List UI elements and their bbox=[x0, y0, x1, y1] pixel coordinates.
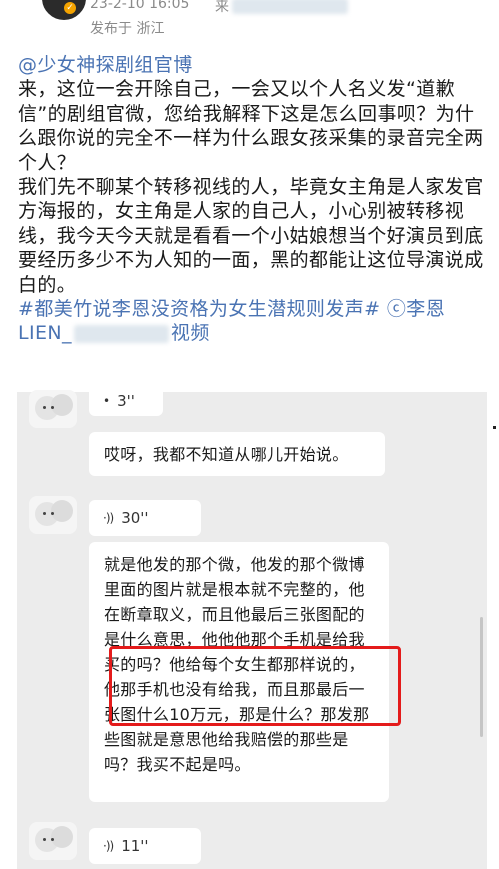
voice-duration: 30'' bbox=[121, 509, 149, 527]
voice-duration: 11'' bbox=[121, 837, 149, 855]
voice-message[interactable]: ·)) 30'' bbox=[89, 500, 201, 536]
message-text: 哎呀，我都不知道从哪儿开始说。 bbox=[104, 445, 349, 464]
post-source: 来 bbox=[215, 0, 229, 15]
chat-avatar bbox=[29, 390, 77, 428]
voice-message[interactable]: • 3'' bbox=[89, 386, 163, 416]
text-message: 哎呀，我都不知道从哪儿开始说。 bbox=[89, 432, 385, 476]
chat-avatar bbox=[29, 822, 77, 860]
video-link-end[interactable]: 视频 bbox=[171, 322, 210, 344]
video-link-prefix[interactable]: ⓒ李恩 bbox=[387, 298, 445, 320]
voice-wave-icon: • bbox=[103, 394, 110, 408]
post-time: 23-2-10 16:05 bbox=[90, 0, 190, 12]
scrollbar[interactable] bbox=[480, 617, 483, 737]
voice-wave-icon: ·)) bbox=[103, 839, 114, 853]
post-paragraph-1: 来，这位一会开除自己，一会又以个人名义发“道歉信”的剧组官微，您给我解释下这是怎… bbox=[18, 78, 484, 174]
hashtag-link[interactable]: #都美竹说李恩没资格为女生潜规则发声# bbox=[18, 298, 380, 320]
voice-wave-icon: ·)) bbox=[103, 511, 114, 525]
chat-avatar bbox=[29, 496, 77, 534]
edge-mark bbox=[493, 426, 496, 429]
hashtag-line: #都美竹说李恩没资格为女生潜规则发声# ⓒ李恩 LIEN_ 视频 bbox=[18, 297, 488, 346]
verified-badge-icon: ✓ bbox=[64, 2, 76, 14]
post-body: @少女神探剧组官博 来，这位一会开除自己，一会又以个人名义发“道歉信”的剧组官微… bbox=[18, 53, 488, 346]
post-location: 发布于 浙江 bbox=[90, 21, 165, 37]
red-highlight-box bbox=[109, 646, 401, 726]
voice-message[interactable]: ·)) 11'' bbox=[89, 828, 201, 864]
post-header: ✓ 23-2-10 16:05 来 发布于 浙江 bbox=[0, 0, 499, 44]
mention-link[interactable]: @少女神探剧组官博 bbox=[18, 53, 488, 77]
blurred-video-name bbox=[73, 324, 169, 343]
post-paragraph-2: 我们先不聊某个转移视线的人，毕竟女主角是人家发官方海报的，女主角是人家的自己人，… bbox=[18, 176, 484, 296]
blurred-source bbox=[232, 0, 348, 14]
chat-screenshot: • 3'' 哎呀，我都不知道从哪儿开始说。 ·)) 30'' 就是他发的那个微，… bbox=[17, 386, 487, 869]
video-link-start[interactable]: LIEN_ bbox=[18, 322, 72, 344]
voice-duration: 3'' bbox=[117, 392, 135, 410]
